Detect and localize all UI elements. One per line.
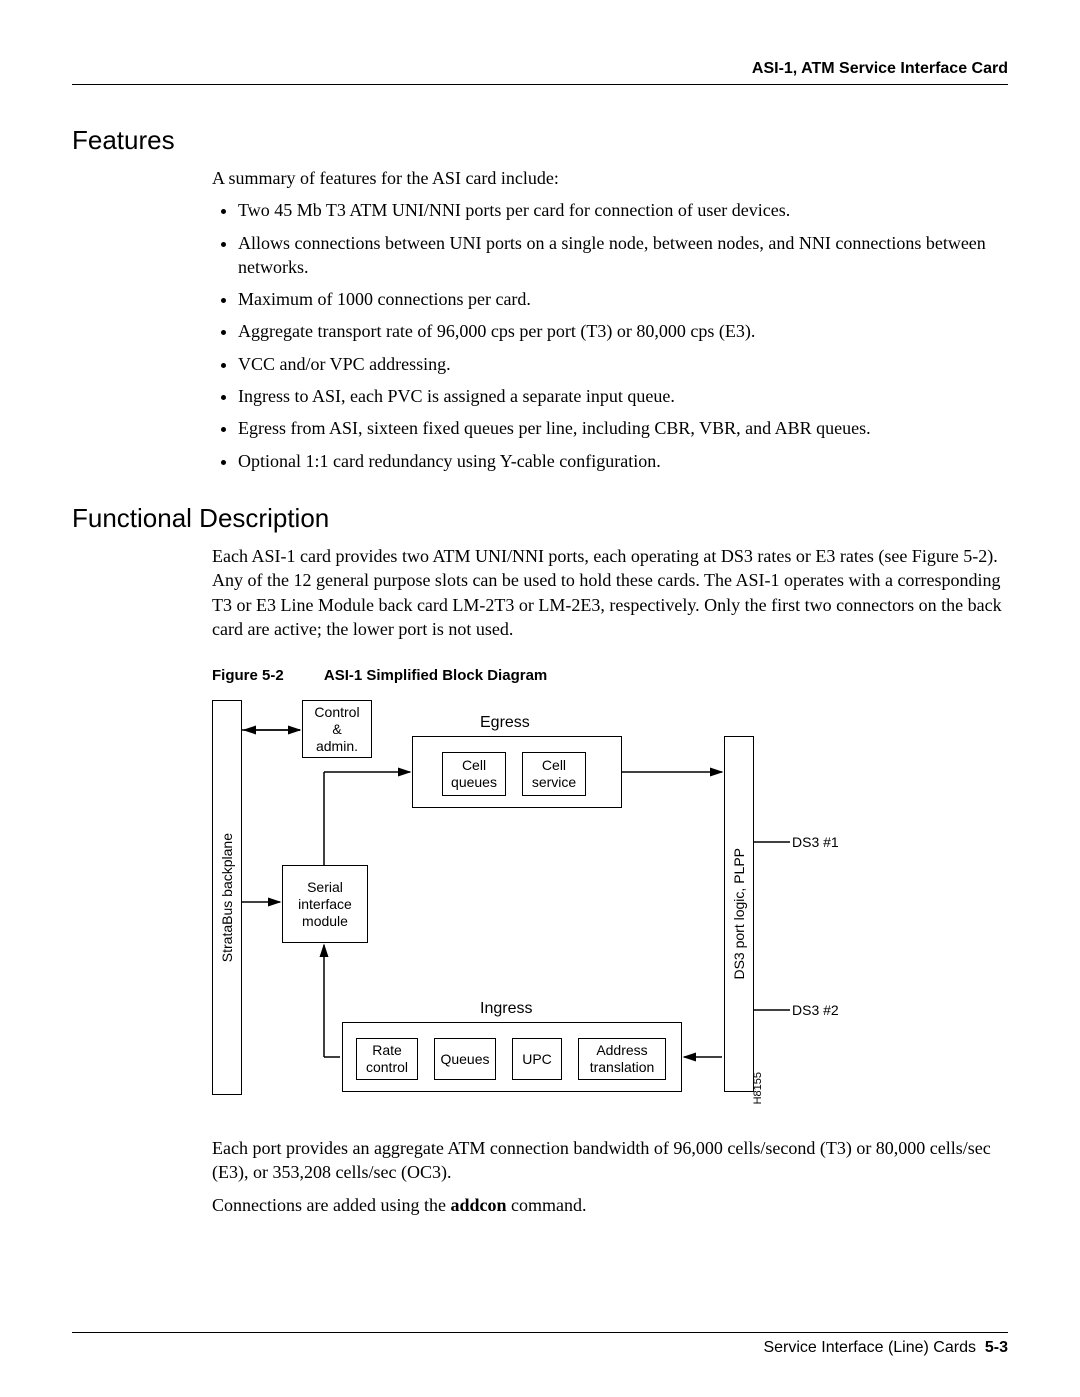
features-list: Two 45 Mb T3 ATM UNI/NNI ports per card … xyxy=(212,198,1008,473)
block-diagram: StrataBus backplane Control & admin. Egr… xyxy=(212,690,972,1110)
after-figure-para2: Connections are added using the addcon c… xyxy=(212,1193,1008,1217)
feature-item: Allows connections between UNI ports on … xyxy=(238,231,1008,280)
upc-box: UPC xyxy=(512,1038,562,1080)
feature-item: VCC and/or VPC addressing. xyxy=(238,352,1008,376)
feature-item: Ingress to ASI, each PVC is assigned a s… xyxy=(238,384,1008,408)
cell-service-box: Cell service xyxy=(522,752,586,796)
ds3-2-label: DS3 #2 xyxy=(792,1002,839,1018)
features-body: A summary of features for the ASI card i… xyxy=(212,166,1008,473)
footer-rule xyxy=(72,1332,1008,1333)
egress-label: Egress xyxy=(480,714,530,732)
after-figure-text: Each port provides an aggregate ATM conn… xyxy=(212,1136,1008,1217)
figure-id-label: H8155 xyxy=(752,1072,764,1107)
rate-control-box: Rate control xyxy=(356,1038,418,1080)
after-figure-para1: Each port provides an aggregate ATM conn… xyxy=(212,1136,1008,1185)
features-heading: Features xyxy=(72,125,1008,156)
feature-item: Optional 1:1 card redundancy using Y-cab… xyxy=(238,449,1008,473)
header-rule xyxy=(72,84,1008,85)
stratabus-backplane-box: StrataBus backplane xyxy=(212,700,242,1095)
ingress-label: Ingress xyxy=(480,1000,532,1018)
funcdesc-para: Each ASI-1 card provides two ATM UNI/NNI… xyxy=(212,544,1008,641)
serial-interface-module-box: Serial interface module xyxy=(282,865,368,943)
feature-item: Egress from ASI, sixteen fixed queues pe… xyxy=(238,416,1008,440)
page-footer: Service Interface (Line) Cards 5-3 xyxy=(72,1332,1008,1357)
funcdesc-heading: Functional Description xyxy=(72,503,1008,534)
figure-label: Figure 5-2 xyxy=(212,667,284,684)
figure-title: ASI-1 Simplified Block Diagram xyxy=(324,667,547,684)
ds3-port-logic-box: DS3 port logic, PLPP xyxy=(724,736,754,1092)
control-admin-box: Control & admin. xyxy=(302,700,372,758)
features-intro: A summary of features for the ASI card i… xyxy=(212,166,1008,190)
cell-queues-box: Cell queues xyxy=(442,752,506,796)
ds3-1-label: DS3 #1 xyxy=(792,834,839,850)
feature-item: Aggregate transport rate of 96,000 cps p… xyxy=(238,319,1008,343)
header-title: ASI-1, ATM Service Interface Card xyxy=(72,60,1008,78)
footer-text: Service Interface (Line) Cards 5-3 xyxy=(72,1339,1008,1357)
queues-box: Queues xyxy=(434,1038,496,1080)
address-translation-box: Address translation xyxy=(578,1038,666,1080)
figure-caption: Figure 5-2 ASI-1 Simplified Block Diagra… xyxy=(212,667,1008,684)
stratabus-backplane-label: StrataBus backplane xyxy=(219,833,236,962)
feature-item: Maximum of 1000 connections per card. xyxy=(238,287,1008,311)
feature-item: Two 45 Mb T3 ATM UNI/NNI ports per card … xyxy=(238,198,1008,222)
funcdesc-body: Each ASI-1 card provides two ATM UNI/NNI… xyxy=(212,544,1008,641)
ds3-port-logic-label: DS3 port logic, PLPP xyxy=(731,848,748,980)
